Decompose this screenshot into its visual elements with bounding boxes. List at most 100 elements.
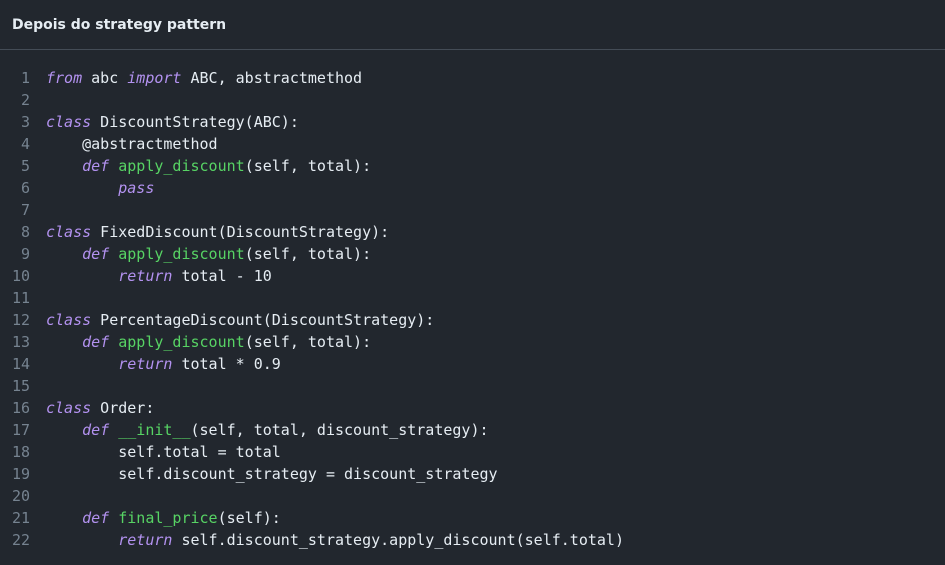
code-token: ABC, abstractmethod: [181, 69, 363, 87]
keyword-token: class: [46, 113, 92, 131]
line-number: 6: [20, 179, 30, 197]
line-number: 2: [20, 91, 30, 109]
code-block-panel: Depois do strategy pattern 1 from abc imp…: [0, 0, 945, 565]
keyword-token: pass: [118, 179, 155, 197]
code-token: abc: [82, 69, 128, 87]
code-line: 17 def __init__(self, total, discount_st…: [0, 419, 945, 441]
code-line: 15: [0, 375, 945, 397]
line-source: def __init__(self, total, discount_strat…: [30, 419, 488, 441]
line-number: 3: [20, 113, 30, 131]
line-source: self.discount_strategy = discount_strate…: [30, 463, 498, 485]
code-line: 20: [0, 485, 945, 507]
line-source: return self.discount_strategy.apply_disc…: [30, 529, 624, 551]
line-number: 11: [11, 289, 30, 307]
code-line: 5 def apply_discount(self, total):: [0, 155, 945, 177]
line-source: [30, 199, 46, 221]
line-number: 20: [11, 487, 30, 505]
code-token: DiscountStrategy(ABC):: [91, 113, 299, 131]
code-block-header: Depois do strategy pattern: [0, 0, 945, 50]
line-number: 19: [11, 465, 30, 483]
code-line: 21 def final_price(self):: [0, 507, 945, 529]
function-name-token: apply_discount: [118, 157, 245, 175]
code-line: 14 return total * 0.9: [0, 353, 945, 375]
line-number: 8: [20, 223, 30, 241]
keyword-token: from: [46, 69, 83, 87]
line-source: [30, 375, 46, 397]
keyword-token: def: [82, 245, 110, 263]
line-source: class PercentageDiscount(DiscountStrateg…: [30, 309, 434, 331]
code-token: self.discount_strategy.apply_discount(se…: [172, 531, 624, 549]
line-number: 9: [20, 245, 30, 263]
keyword-token: class: [46, 223, 92, 241]
code-line: 11: [0, 287, 945, 309]
code-listing[interactable]: 1 from abc import ABC, abstractmethod 2 3 cl…: [0, 67, 945, 551]
function-name-token: apply_discount: [118, 245, 245, 263]
code-line: 7: [0, 199, 945, 221]
code-token: Order:: [91, 399, 155, 417]
keyword-token: def: [82, 157, 110, 175]
line-source: return total - 10: [30, 265, 272, 287]
line-source: class Order:: [30, 397, 154, 419]
keyword-token: def: [82, 421, 110, 439]
line-source: def apply_discount(self, total):: [30, 331, 371, 353]
code-line: 4 @abstractmethod: [0, 133, 945, 155]
code-token: (self, total):: [244, 333, 372, 351]
line-source: pass: [30, 177, 154, 199]
line-source: from abc import ABC, abstractmethod: [30, 67, 362, 89]
line-source: def apply_discount(self, total):: [30, 243, 371, 265]
code-token: self.discount_strategy = discount_strate…: [46, 465, 498, 483]
line-number: 22: [11, 531, 30, 549]
code-line: 8 class FixedDiscount(DiscountStrategy):: [0, 221, 945, 243]
keyword-token: import: [127, 69, 182, 87]
code-token: self.total = total: [46, 443, 281, 461]
code-token: total - 10: [172, 267, 272, 285]
code-token: PercentageDiscount(DiscountStrategy):: [91, 311, 435, 329]
line-number: 5: [20, 157, 30, 175]
code-line: 6 pass: [0, 177, 945, 199]
line-source: return total * 0.9: [30, 353, 281, 375]
code-token: @abstractmethod: [46, 135, 218, 153]
line-number: 15: [11, 377, 30, 395]
code-line: 19 self.discount_strategy = discount_str…: [0, 463, 945, 485]
function-name-token: final_price: [118, 509, 218, 527]
line-number: 1: [20, 69, 30, 87]
code-token: (self):: [217, 509, 281, 527]
code-line: 22 return self.discount_strategy.apply_d…: [0, 529, 945, 551]
line-source: def final_price(self):: [30, 507, 281, 529]
line-source: @abstractmethod: [30, 133, 218, 155]
keyword-token: return: [118, 531, 173, 549]
function-name-token: __init__: [118, 421, 191, 439]
line-source: class FixedDiscount(DiscountStrategy):: [30, 221, 389, 243]
keyword-token: return: [118, 355, 173, 373]
keyword-token: def: [82, 509, 110, 527]
line-number: 4: [20, 135, 30, 153]
code-line: 18 self.total = total: [0, 441, 945, 463]
code-line: 2: [0, 89, 945, 111]
code-line: 1 from abc import ABC, abstractmethod: [0, 67, 945, 89]
keyword-token: def: [82, 333, 110, 351]
line-number: 7: [20, 201, 30, 219]
line-source: [30, 287, 46, 309]
line-number: 21: [11, 509, 30, 527]
line-number: 14: [11, 355, 30, 373]
line-number: 17: [11, 421, 30, 439]
code-block-title: Depois do strategy pattern: [12, 16, 227, 33]
line-number: 16: [11, 399, 30, 417]
code-token: (self, total):: [244, 245, 372, 263]
line-source: self.total = total: [30, 441, 281, 463]
code-token: (self, total):: [244, 157, 372, 175]
line-number: 10: [11, 267, 30, 285]
keyword-token: class: [46, 311, 92, 329]
line-number: 12: [11, 311, 30, 329]
